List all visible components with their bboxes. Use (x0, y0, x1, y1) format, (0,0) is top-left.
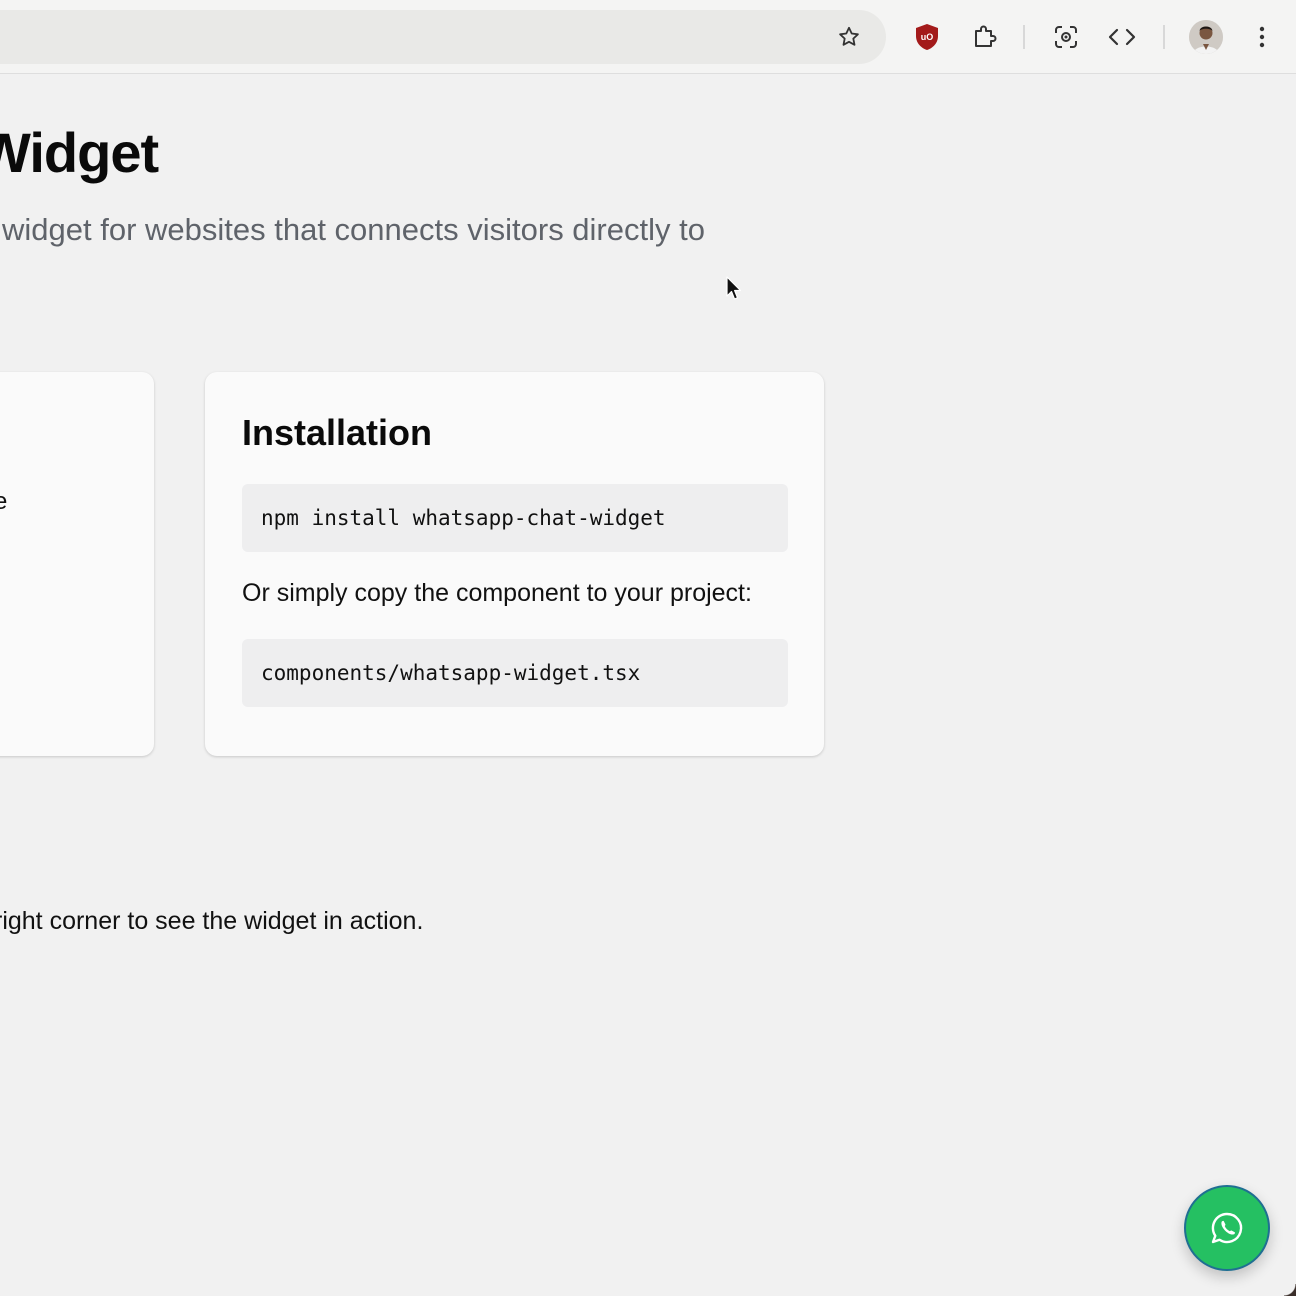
toolbar-divider (1163, 25, 1165, 49)
devtools-code-icon[interactable] (1104, 19, 1140, 55)
more-menu-icon[interactable] (1244, 19, 1280, 55)
bookmark-star-icon[interactable] (831, 19, 867, 55)
address-bar[interactable] (0, 10, 886, 64)
page-subtitle: widget for websites that connects visito… (2, 212, 705, 247)
features-card (0, 372, 154, 756)
whatsapp-chat-button[interactable] (1184, 1185, 1270, 1271)
extensions-icon[interactable] (966, 19, 1002, 55)
copy-component-instruction: Or simply copy the component to your pro… (242, 579, 752, 607)
page-title: Widget (0, 121, 159, 184)
profile-avatar[interactable] (1189, 20, 1223, 54)
window-corner (1284, 1284, 1296, 1296)
mouse-cursor-icon (726, 276, 742, 307)
toolbar-divider (1023, 25, 1025, 49)
google-lens-icon[interactable] (1048, 19, 1084, 55)
features-card-text-fragment: e (0, 488, 8, 515)
npm-install-code-block[interactable]: npm install whatsapp-chat-widget (242, 484, 788, 552)
ublock-origin-icon[interactable]: uO (909, 19, 945, 55)
svg-text:uO: uO (921, 32, 934, 42)
demo-instruction-text: right corner to see the widget in action… (0, 907, 424, 935)
browser-toolbar: uO (0, 0, 1296, 74)
whatsapp-icon (1211, 1212, 1243, 1244)
installation-card: Installation npm install whatsapp-chat-w… (205, 372, 824, 756)
component-path-code-block[interactable]: components/whatsapp-widget.tsx (242, 639, 788, 707)
installation-title: Installation (242, 412, 433, 453)
